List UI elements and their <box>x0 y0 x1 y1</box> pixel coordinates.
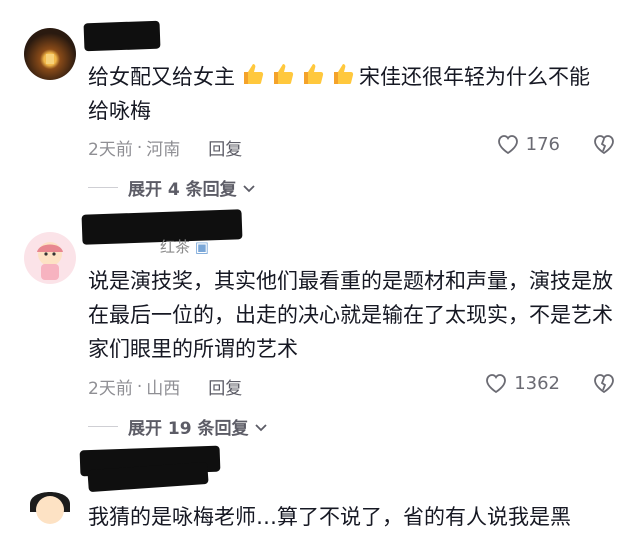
username-tail: 红茶 ▣ <box>160 238 209 256</box>
comment-meta: 2天前 · 河南 回复 <box>88 135 242 161</box>
heart-icon <box>497 135 518 155</box>
thumbs-up-emoji-icon <box>304 64 324 84</box>
like-count: 176 <box>525 133 560 155</box>
divider <box>88 187 118 188</box>
location: 山西 <box>146 379 181 399</box>
separator: · <box>136 376 143 397</box>
dislike-button[interactable] <box>592 372 616 398</box>
location: 河南 <box>146 140 181 160</box>
avatar[interactable] <box>24 474 76 526</box>
dislike-button[interactable] <box>592 133 616 159</box>
broken-heart-icon <box>594 374 614 394</box>
divider <box>88 426 118 427</box>
timestamp: 2天前 <box>88 140 133 160</box>
thumbs-up-icons <box>239 61 355 87</box>
expand-replies-button[interactable]: 展开 19 条回复 <box>88 414 269 439</box>
comment-text: 给女配又给女主 宋佳还很年轻为什么不能 给咏梅 <box>88 60 618 128</box>
broken-heart-icon <box>594 135 614 155</box>
comment-text: 我猜的是咏梅老师…算了不说了，省的有人说我是黑 <box>88 505 571 529</box>
thumbs-up-emoji-icon <box>244 64 264 84</box>
thumbs-up-emoji-icon <box>334 64 354 84</box>
avatar[interactable] <box>24 232 76 284</box>
username-redacted <box>83 20 161 52</box>
separator: · <box>136 137 143 158</box>
cartoon-avatar-icon <box>30 492 70 524</box>
cartoon-girl-avatar-icon <box>37 242 63 280</box>
thumbs-up-emoji-icon <box>274 64 294 84</box>
heart-icon <box>486 374 507 394</box>
expand-replies-button[interactable]: 展开 4 条回复 <box>88 175 257 200</box>
tea-cup-icon: ▣ <box>194 238 209 256</box>
comment-text: 说是演技奖，其实他们最看重的是题材和声量，演技是放在最后一位的，出走的决心就是输… <box>88 269 613 361</box>
timestamp: 2天前 <box>88 379 133 399</box>
like-count: 1362 <box>514 372 560 394</box>
like-button[interactable]: 176 <box>496 133 560 155</box>
comment-meta: 2天前 · 山西 回复 <box>88 374 242 400</box>
like-button[interactable]: 1362 <box>484 372 560 394</box>
chevron-down-icon <box>243 184 255 192</box>
candle-avatar-icon <box>46 54 54 64</box>
avatar[interactable] <box>24 28 76 80</box>
reply-button[interactable]: 回复 <box>208 135 242 160</box>
reply-button[interactable]: 回复 <box>208 374 242 399</box>
chevron-down-icon <box>254 423 267 431</box>
